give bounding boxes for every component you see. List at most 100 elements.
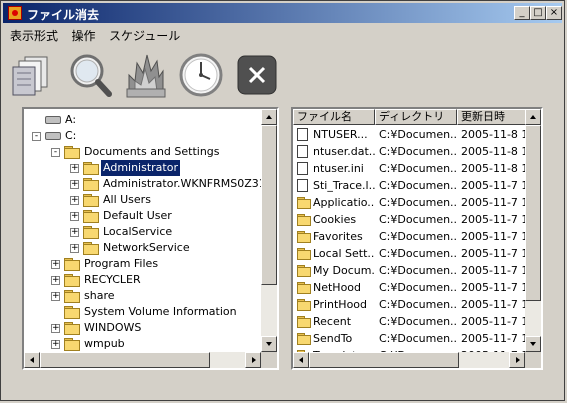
arrow-right-icon [516,357,520,363]
collapse-icon[interactable]: - [51,148,60,157]
tree-node[interactable]: A: [24,112,264,128]
search-button[interactable] [65,51,113,99]
schedule-button[interactable] [177,51,225,99]
tree-node[interactable]: + All Users [24,192,264,208]
cell-modified: 2005-11-8 1 [461,128,525,141]
tree-node[interactable]: + Program Files [24,256,264,272]
table-row[interactable]: My Docum... C:¥Documen... 2005-11-7 1 [293,262,525,279]
expand-icon[interactable]: + [51,292,60,301]
tree-scroll-right-button[interactable] [245,352,261,368]
close-app-button[interactable] [233,51,281,99]
tree-scroll-down-button[interactable] [261,336,277,352]
menu-view-format[interactable]: 表示形式 [5,25,63,43]
tree-node[interactable]: + Administrator [24,159,264,177]
table-row[interactable]: Recent C:¥Documen... 2005-11-7 1 [293,313,525,330]
table-row[interactable]: NTUSER... C:¥Documen... 2005-11-8 1 [293,126,525,143]
expand-icon[interactable]: + [70,212,79,221]
minimize-icon: _ [519,7,525,18]
list-scroll-up-button[interactable] [525,109,541,125]
expand-icon[interactable]: + [51,260,60,269]
tree-scroll-left-button[interactable] [24,352,40,368]
table-row[interactable]: ntuser.dat... C:¥Documen... 2005-11-8 1 [293,143,525,160]
folder-icon [297,214,311,226]
expand-icon[interactable]: + [70,228,79,237]
cell-directory: C:¥Documen... [379,230,457,243]
table-row[interactable]: Local Sett... C:¥Documen... 2005-11-7 1 [293,245,525,262]
close-window-button[interactable]: × [546,6,562,20]
window-title: ファイル消去 [27,8,100,22]
table-row[interactable]: NetHood C:¥Documen... 2005-11-7 1 [293,279,525,296]
clock-icon [179,53,223,97]
list-horizontal-scrollbar[interactable] [293,352,525,368]
tree-node[interactable]: + Default User [24,208,264,224]
cell-modified: 2005-11-7 1 [461,230,525,243]
tree-node[interactable]: + wmpub [24,336,264,352]
cell-directory: C:¥Documen... [379,162,457,175]
table-row[interactable]: Applicatio... C:¥Documen... 2005-11-7 1 [293,194,525,211]
tree-node-label: Administrator.WKNFRMS0Z31W [103,177,277,190]
list-scroll-down-button[interactable] [525,336,541,352]
cell-modified: 2005-11-7 1 [461,213,525,226]
copy-files-button[interactable] [9,51,57,99]
cell-filename: PrintHood [313,298,368,311]
list-scroll-thumb[interactable] [525,125,541,301]
tree-node[interactable]: + LocalService [24,224,264,240]
tree-vertical-scrollbar[interactable] [261,109,277,352]
table-row[interactable]: SendTo C:¥Documen... 2005-11-7 1 [293,330,525,347]
tree-hscroll-thumb[interactable] [40,352,210,368]
cell-directory: C:¥Documen... [379,315,457,328]
file-icon [297,128,308,141]
tree-horizontal-scrollbar[interactable] [24,352,261,368]
scroll-corner [525,352,541,368]
column-header-filename[interactable]: ファイル名 [293,109,375,125]
cell-directory: C:¥Documen... [379,213,457,226]
minimize-button[interactable]: _ [514,6,530,20]
tree-node[interactable]: System Volume Information [24,304,264,320]
expand-icon[interactable]: + [70,244,79,253]
shred-burn-button[interactable] [121,51,169,99]
table-row[interactable]: ntuser.ini C:¥Documen... 2005-11-8 1 [293,160,525,177]
tree-scroll-up-button[interactable] [261,109,277,125]
app-icon [8,6,22,20]
expand-icon[interactable]: + [51,276,60,285]
expand-icon[interactable]: + [70,164,79,173]
list-scroll-right-button[interactable] [509,352,525,368]
collapse-icon[interactable]: - [32,132,41,141]
column-header-directory[interactable]: ディレクトリ [375,109,457,125]
folder-icon [297,231,311,243]
tree-node[interactable]: + RECYCLER [24,272,264,288]
menu-operation[interactable]: 操作 [67,25,101,43]
table-row[interactable]: Cookies C:¥Documen... 2005-11-7 1 [293,211,525,228]
arrow-left-icon [299,357,303,363]
app-window: ファイル消去 _ □ × 表示形式 操作 スケジュール A: - C: - Do… [0,0,565,401]
tree-node[interactable]: + share [24,288,264,304]
table-row[interactable]: PrintHood C:¥Documen... 2005-11-7 1 [293,296,525,313]
expand-icon[interactable]: + [51,324,60,333]
expand-icon[interactable]: + [51,340,60,349]
expand-icon[interactable]: + [70,180,79,189]
maximize-icon: □ [533,7,543,18]
title-bar[interactable]: ファイル消去 _ □ × [3,3,562,23]
tree-node[interactable]: - Documents and Settings [24,144,264,160]
list-vertical-scrollbar[interactable] [525,109,541,352]
tree-node[interactable]: + Administrator.WKNFRMS0Z31W [24,176,277,192]
folder-icon [64,322,80,335]
tree-node[interactable]: - C: [24,128,264,144]
cell-modified: 2005-11-8 1 [461,162,525,175]
cell-filename: SendTo [313,332,353,345]
expand-icon[interactable]: + [70,196,79,205]
tree-scroll-thumb[interactable] [261,125,277,285]
tree-node[interactable]: + WINDOWS [24,320,264,336]
file-icon [297,145,308,158]
cell-filename: Sti_Trace.l... [313,179,375,192]
folder-icon [64,306,80,319]
column-header-modified[interactable]: 更新日時 [457,109,525,125]
list-hscroll-thumb[interactable] [309,352,459,368]
table-row[interactable]: Favorites C:¥Documen... 2005-11-7 1 [293,228,525,245]
table-row[interactable]: Sti_Trace.l... C:¥Documen... 2005-11-7 1 [293,177,525,194]
tree-node-label: Administrator [100,159,181,177]
list-scroll-left-button[interactable] [293,352,309,368]
tree-node[interactable]: + NetworkService [24,240,264,256]
menu-schedule[interactable]: スケジュール [104,25,185,43]
maximize-button[interactable]: □ [530,6,546,20]
